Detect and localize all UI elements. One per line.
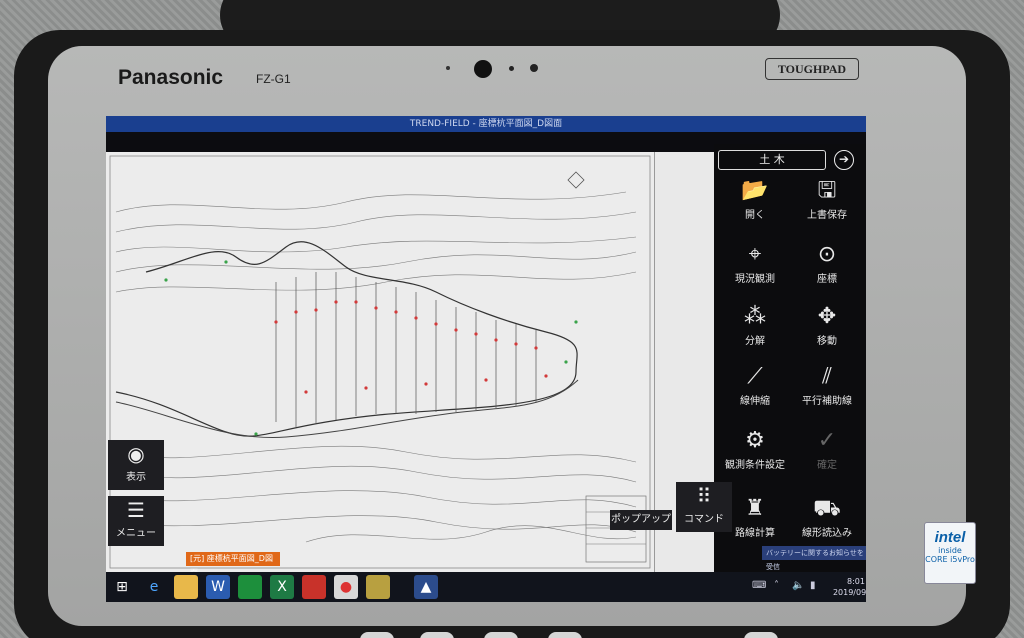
network-icon[interactable]: ▮ xyxy=(810,580,816,591)
chrome-icon[interactable]: ● xyxy=(334,575,358,599)
command-parallel-line-button[interactable]: ⫽ 平行補助線 xyxy=(792,362,862,407)
command-label: 上書保存 xyxy=(807,210,847,221)
command-check-button[interactable]: ✓ 確定 xyxy=(792,426,862,471)
intel-core-text: CORE i5vPro xyxy=(925,555,975,564)
hardware-button[interactable] xyxy=(548,632,582,638)
alignment-load-icon: ⛟ xyxy=(813,496,841,521)
drawing-notice: [元] 座標杭平面図_D図面 xyxy=(186,552,280,577)
tray-chevron-icon[interactable]: ˄ xyxy=(774,580,779,591)
command-label: 開く xyxy=(745,210,765,221)
check-icon: ✓ xyxy=(817,428,837,453)
survey-instrument-icon: ⌖ xyxy=(748,242,762,267)
intel-inside-text: inside xyxy=(938,546,962,555)
command-label: 分解 xyxy=(745,336,765,347)
edge-icon[interactable]: e xyxy=(142,575,166,599)
sensor-dot xyxy=(530,64,538,72)
window-title: TREND-FIELD - 座標杭平面図_D図面 xyxy=(106,116,866,132)
hardware-button[interactable] xyxy=(484,632,518,638)
pdf-icon[interactable] xyxy=(302,575,326,599)
command-tile[interactable]: ⠿ コマンド xyxy=(676,482,732,532)
clock-time: 8:01 xyxy=(847,577,865,586)
command-label: 平行補助線 xyxy=(802,396,852,407)
command-line-stretch-button[interactable]: ⟋ 線伸縮 xyxy=(720,362,790,407)
taskbar-clock[interactable]: 8:01 2019/09/16 xyxy=(826,576,866,598)
command-settings-doc-button[interactable]: ⚙ 観測条件設定 xyxy=(720,426,790,471)
command-explode-button[interactable]: ⁂ 分解 xyxy=(720,302,790,347)
popup-tile[interactable]: ポップアップ xyxy=(610,510,672,530)
cad-drawing-canvas[interactable] xyxy=(106,152,654,572)
keyboard-icon[interactable]: ⌨ xyxy=(752,580,766,591)
open-folder-icon: 📂 xyxy=(741,178,769,203)
menu-tile[interactable]: ☰ メニュー xyxy=(108,496,164,546)
sensor-dot xyxy=(446,66,450,70)
camera-icon xyxy=(474,60,492,78)
windows-start-icon[interactable]: ⊞ xyxy=(110,575,134,599)
tablet-screen: TREND-FIELD - 座標杭平面図_D図面 土 木 ➔ 📂 開く 🖫 上書… xyxy=(106,116,866,602)
view-tile-label: 表示 xyxy=(126,472,146,483)
list-icon: ☰ xyxy=(127,498,145,522)
section-selector[interactable]: 土 木 xyxy=(718,150,826,170)
brand-logo: Panasonic xyxy=(118,66,224,89)
notification-balloon[interactable]: バッテリーに関するお知らせを 1 件受信 xyxy=(762,546,866,571)
command-label: 座標 xyxy=(817,274,837,285)
line-stretch-icon: ⟋ xyxy=(747,364,763,389)
command-label: 線形読込み xyxy=(802,528,852,539)
store-icon[interactable] xyxy=(238,575,262,599)
command-survey-instrument-button[interactable]: ⌖ 現況観測 xyxy=(720,240,790,285)
volume-icon[interactable]: 🔈 xyxy=(792,580,804,591)
command-alignment-load-button[interactable]: ⛟ 線形読込み xyxy=(792,494,862,539)
move-icon: ✥ xyxy=(817,304,837,329)
model-label: FZ-G1 xyxy=(256,72,291,86)
settings-doc-icon: ⚙ xyxy=(745,428,765,453)
arrow-right-circle-icon[interactable]: ➔ xyxy=(834,150,854,170)
command-label: 現況観測 xyxy=(735,274,775,285)
excel-icon[interactable]: X xyxy=(270,575,294,599)
photo-scene: Panasonic FZ-G1 TOUGHPAD TREND-FIELD - 座… xyxy=(0,0,1024,638)
save-file-icon: 🖫 xyxy=(817,178,837,203)
coordinate-icon: ⊙ xyxy=(817,242,837,267)
clock-date: 2019/09/16 xyxy=(832,588,866,597)
command-label: 確定 xyxy=(817,460,837,471)
contour-map-drawing xyxy=(109,155,651,569)
view-tile[interactable]: ◉ 表示 xyxy=(108,440,164,490)
eye-icon: ◉ xyxy=(127,442,145,466)
word-icon[interactable]: W xyxy=(206,575,230,599)
command-coordinate-button[interactable]: ⊙ 座標 xyxy=(792,240,862,285)
trend-field-icon[interactable]: ▲ xyxy=(414,575,438,599)
file-explorer-icon[interactable] xyxy=(174,575,198,599)
parallel-line-icon: ⫽ xyxy=(822,364,832,389)
hardware-button[interactable] xyxy=(360,632,394,638)
command-label: 線伸縮 xyxy=(740,396,770,407)
command-label: 移動 xyxy=(817,336,837,347)
command-open-folder-button[interactable]: 📂 開く xyxy=(720,176,790,221)
explode-icon: ⁂ xyxy=(744,304,766,329)
hardware-button[interactable] xyxy=(420,632,454,638)
command-tile-label: コマンド xyxy=(684,514,724,525)
menu-tile-label: メニュー xyxy=(116,528,156,539)
intel-logo: intel xyxy=(934,529,966,546)
grid-dots-icon: ⠿ xyxy=(696,484,712,508)
toughpad-badge: TOUGHPAD xyxy=(765,58,859,80)
app-icon[interactable] xyxy=(366,575,390,599)
command-label: 観測条件設定 xyxy=(725,460,785,471)
intel-sticker: intel inside CORE i5vPro xyxy=(924,522,976,584)
sensor-dot xyxy=(509,66,514,71)
command-save-file-button[interactable]: 🖫 上書保存 xyxy=(792,176,862,221)
command-move-button[interactable]: ✥ 移動 xyxy=(792,302,862,347)
hardware-button[interactable] xyxy=(744,632,778,638)
